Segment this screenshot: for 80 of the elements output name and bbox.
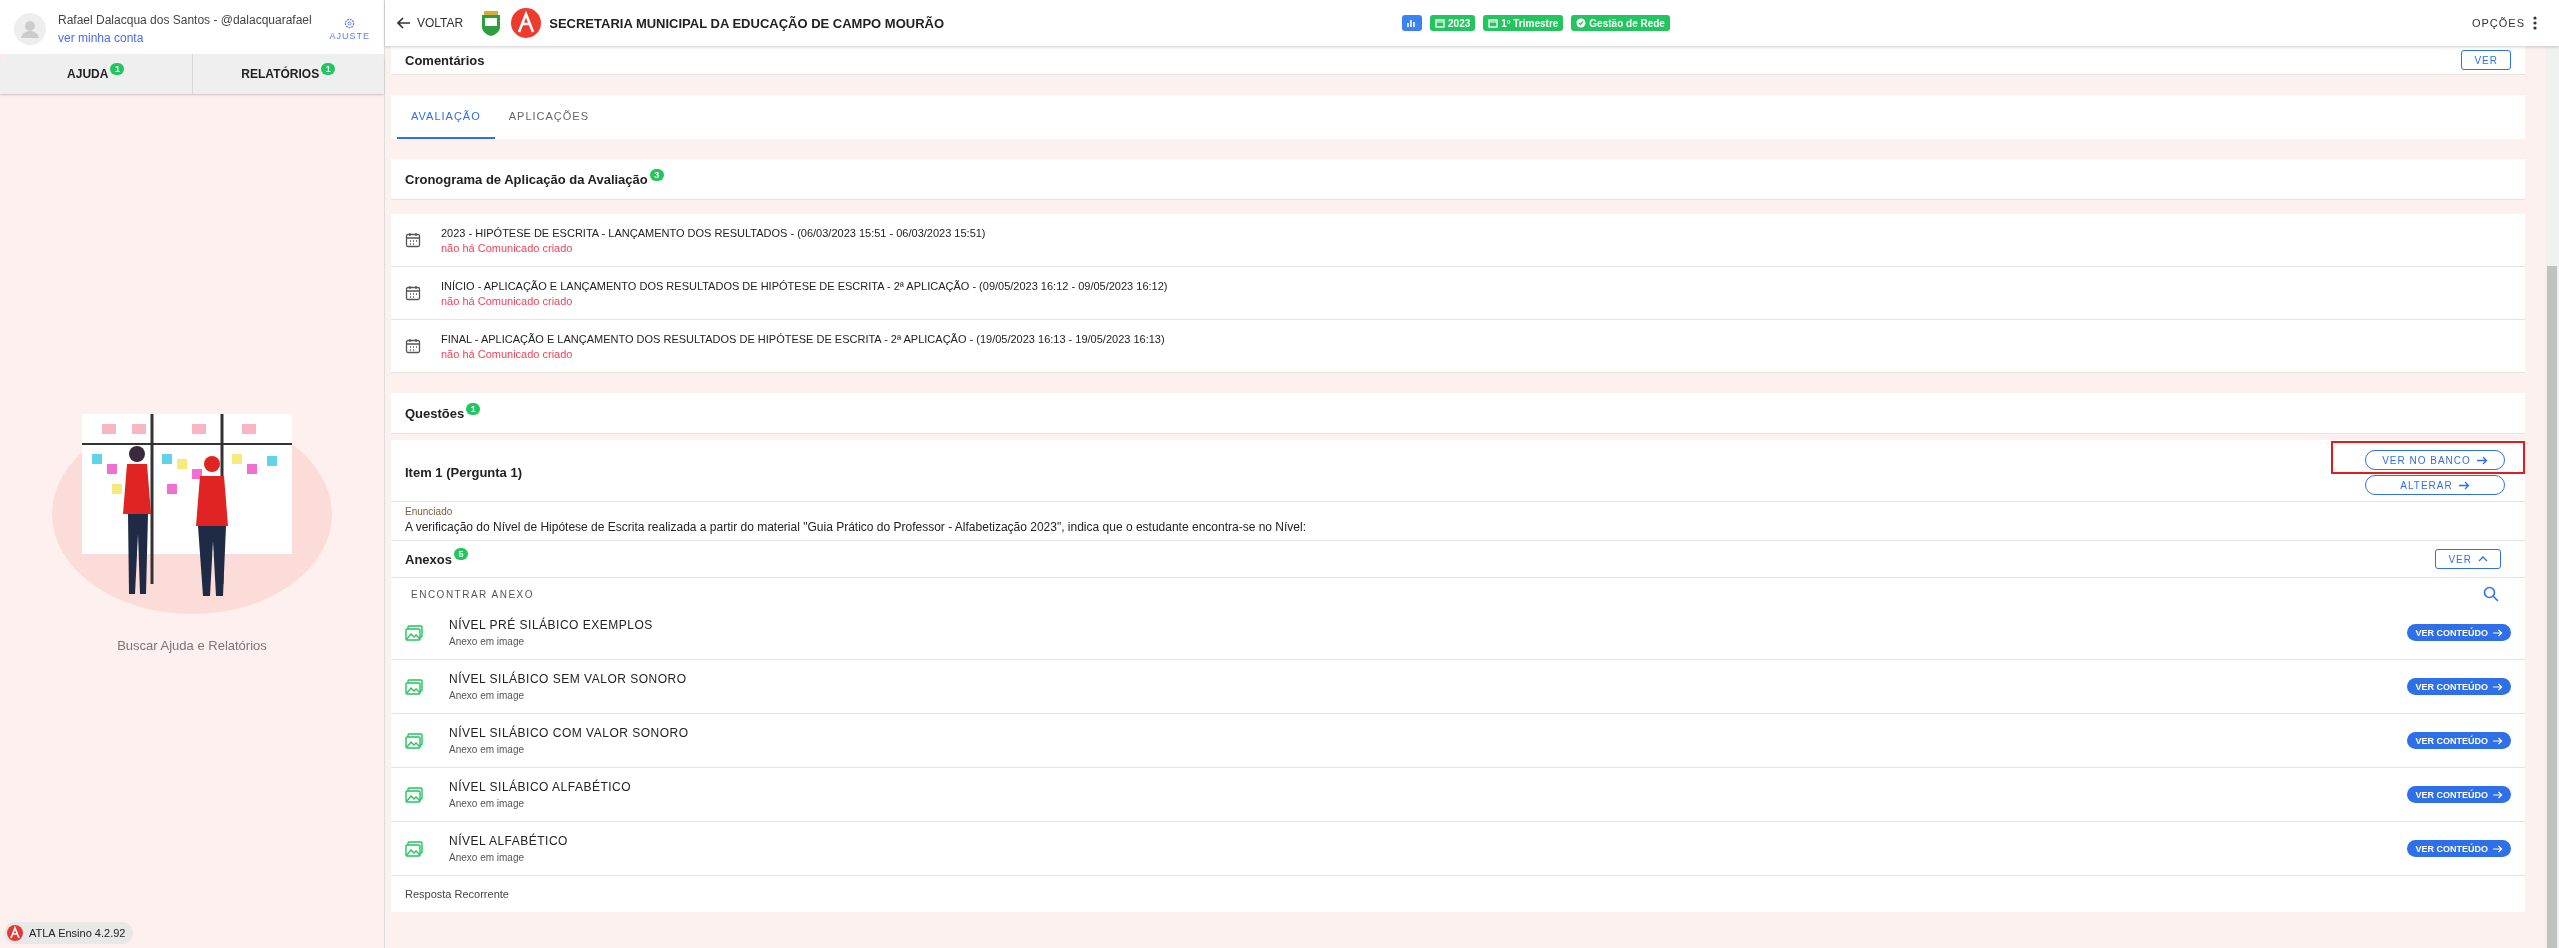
more-vertical-icon bbox=[2533, 16, 2537, 30]
section-title: Anexos bbox=[405, 551, 452, 567]
annex-type: Anexo em image bbox=[449, 636, 526, 647]
calendar-icon bbox=[1488, 18, 1499, 28]
schedule-item-title: 2023 - HIPÓTESE DE ESCRITA - LANÇAMENTO DOS RESULTADOS - (06/03/2023 15:51 - 06/03/2023 15:51) bbox=[441, 226, 986, 239]
sidebar-tab[interactable]: RELATÓRIOS 1 bbox=[192, 54, 384, 94]
tab[interactable]: APLICAÇÕES bbox=[494, 95, 604, 139]
search-label: ENCONTRAR ANEXO bbox=[411, 588, 535, 600]
view-content-button[interactable]: VER CONTEÚDO bbox=[2407, 732, 2511, 749]
empty-state-text: Buscar Ajuda e Relatórios bbox=[117, 638, 267, 653]
bar-chart-icon bbox=[1407, 18, 1418, 28]
warning-text: não há Comunicado criado bbox=[441, 347, 574, 360]
version-text: ATLA Ensino 4.2.92 bbox=[29, 927, 126, 939]
view-content-button[interactable]: VER CONTEÚDO bbox=[2407, 786, 2511, 803]
schedule-item-title: INÍCIO - APLICAÇÃO E LANÇAMENTO DOS RESULTADOS DE HIPÓTESE DE ESCRITA - 2ª APLICAÇÃO - (09/05/2023 16:12 - 09/05/2023 16:12) bbox=[441, 279, 1168, 292]
section-title: Questões bbox=[405, 405, 465, 421]
user-name: Rafael Dalacqua dos Santos - @dalacquarafael bbox=[58, 13, 313, 27]
calendar-icon bbox=[405, 285, 421, 301]
annex-name: NÍVEL PRÉ SILÁBICO EXEMPLOS bbox=[449, 618, 654, 632]
image-file-icon bbox=[405, 840, 423, 857]
show-button[interactable]: VER bbox=[2461, 50, 2511, 70]
collapse-button[interactable]: VER bbox=[2435, 549, 2501, 569]
chevron-up-icon bbox=[2478, 556, 2488, 562]
account-link[interactable]: ver minha conta bbox=[58, 31, 318, 45]
annex-type: Anexo em image bbox=[449, 690, 526, 701]
view-content-button[interactable]: VER CONTEÚDO bbox=[2407, 678, 2511, 695]
recurring-answer-label: Resposta Recorrente bbox=[404, 887, 510, 902]
action-button[interactable]: VER NO BANCO bbox=[2365, 450, 2505, 470]
settings-button[interactable]: AJUSTE bbox=[329, 17, 370, 41]
arrow-right-icon bbox=[2493, 628, 2503, 637]
count-badge: 1 bbox=[466, 403, 481, 415]
gear-icon bbox=[344, 17, 356, 29]
tab[interactable]: AVALIAÇÃO bbox=[397, 95, 495, 139]
annex-type: Anexo em image bbox=[449, 744, 526, 755]
annex-name: NÍVEL SILÁBICO SEM VALOR SONORO bbox=[449, 672, 688, 686]
annex-name: NÍVEL SILÁBICO ALFABÉTICO bbox=[449, 780, 633, 794]
action-button[interactable]: ALTERAR bbox=[2365, 475, 2505, 495]
annex-type: Anexo em image bbox=[449, 852, 526, 863]
statement-label: Enunciado bbox=[405, 506, 454, 517]
count-badge: 1 bbox=[110, 63, 125, 75]
organization-title: SECRETARIA MUNICIPAL DA EDUCAÇÃO DE CAMPO MOURÃO bbox=[549, 15, 945, 31]
annex-name: NÍVEL ALFABÉTICO bbox=[449, 834, 569, 848]
options-button[interactable]: OPÇÕES bbox=[2465, 15, 2543, 31]
warning-text: não há Comunicado criado bbox=[441, 294, 574, 307]
count-badge: 3 bbox=[649, 169, 664, 181]
count-badge: 5 bbox=[453, 547, 468, 560]
arrow-left-icon bbox=[397, 17, 411, 29]
logo-icon bbox=[7, 925, 23, 941]
chart-button[interactable] bbox=[1402, 15, 1423, 31]
calendar-icon bbox=[1435, 18, 1446, 28]
arrow-right-icon bbox=[2476, 455, 2488, 465]
image-file-icon bbox=[405, 624, 423, 641]
arrow-right-icon bbox=[2493, 736, 2503, 745]
scrollbar[interactable] bbox=[2545, 46, 2559, 948]
arrow-right-icon bbox=[2493, 682, 2503, 691]
logo-icon bbox=[511, 8, 542, 38]
calendar-icon bbox=[405, 338, 421, 354]
arrow-right-icon bbox=[2493, 790, 2503, 799]
check-circle-icon bbox=[1576, 18, 1587, 28]
image-file-icon bbox=[405, 678, 423, 695]
annex-type: Anexo em image bbox=[449, 798, 526, 809]
arrow-right-icon bbox=[2493, 844, 2503, 853]
view-content-button[interactable]: VER CONTEÚDO bbox=[2407, 840, 2511, 857]
back-button[interactable]: VOLTAR bbox=[397, 16, 472, 30]
warning-text: não há Comunicado criado bbox=[441, 241, 574, 254]
image-file-icon bbox=[405, 786, 423, 803]
arrow-right-icon bbox=[2458, 480, 2470, 490]
search-icon[interactable] bbox=[2483, 586, 2499, 602]
view-content-button[interactable]: VER CONTEÚDO bbox=[2407, 624, 2511, 641]
item-title: Item 1 (Pergunta 1) bbox=[405, 465, 523, 480]
annex-name: NÍVEL SILÁBICO COM VALOR SONORO bbox=[449, 726, 690, 740]
sidebar-tab[interactable]: AJUDA 1 bbox=[0, 54, 193, 94]
schedule-item-title: FINAL - APLICAÇÃO E LANÇAMENTO DOS RESULTADOS DE HIPÓTESE DE ESCRITA - 2ª APLICAÇÃO - (19/05/2023 16:13 - 19/05/2023 16:13) bbox=[441, 332, 1165, 345]
calendar-icon bbox=[405, 232, 421, 248]
image-file-icon bbox=[405, 732, 423, 749]
count-badge: 1 bbox=[321, 63, 336, 75]
avatar-icon bbox=[14, 13, 46, 45]
statement-text: A verificação do Nível de Hipótese de Escrita realizada a partir do material "Guia Prático do Professor - Alfabetização 2023", indica que o estudante encontra-se no Nível: bbox=[405, 520, 1307, 534]
section-title: Cronograma de Aplicação da Avaliação bbox=[405, 171, 648, 187]
section-title: Comentários bbox=[405, 52, 485, 68]
